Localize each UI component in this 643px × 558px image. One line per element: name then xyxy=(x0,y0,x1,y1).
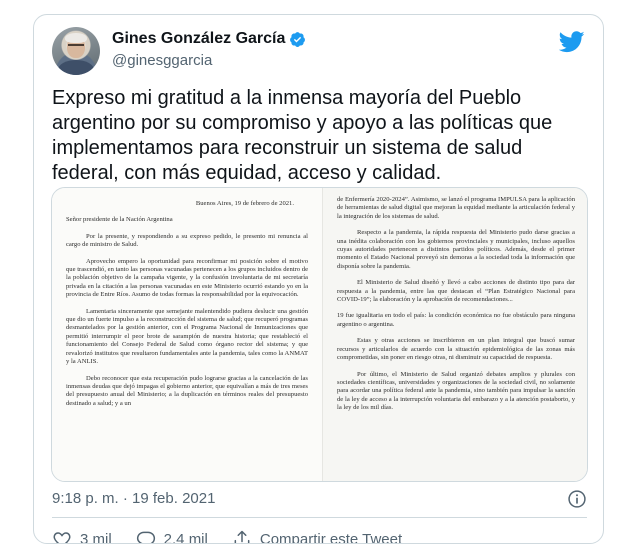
document-paragraph: El Ministerio de Salud diseñó y llevó a … xyxy=(337,279,575,304)
document-page-left: Buenos Aires, 19 de febrero de 2021. Señ… xyxy=(52,188,322,481)
like-button[interactable]: 3 mil xyxy=(52,529,112,544)
tweet-actions: 3 mil 2,4 mil Compartir este Tweet xyxy=(52,526,426,544)
reply-button[interactable]: 2,4 mil xyxy=(136,529,208,544)
tweet-text: Expreso mi gratitud a la inmensa mayoría… xyxy=(52,87,553,184)
document-paragraph: Debo reconocer que esta recuperación pud… xyxy=(66,374,308,407)
share-button[interactable]: Compartir este Tweet xyxy=(232,529,403,544)
document-date: Buenos Aires, 19 de febrero de 2021. xyxy=(195,200,294,207)
document-paragraph: Por último, el Ministerio de Salud organ… xyxy=(337,370,575,412)
tweet-timestamp[interactable]: 9:18 p. m. · 19 feb. 2021 xyxy=(52,490,215,507)
like-count: 3 mil xyxy=(80,530,112,544)
document-paragraph: Lamentaria sinceramente que semejante ma… xyxy=(66,307,308,366)
info-icon[interactable] xyxy=(567,489,587,509)
divider xyxy=(52,517,587,518)
document-paragraph: de Enfermería 2020-2024”. Asimismo, se l… xyxy=(337,196,575,220)
document-paragraph: Aprovecho empero la oportunidad para rec… xyxy=(66,257,308,299)
document-paragraph: Respecto a la pandemia, la rápida respue… xyxy=(337,229,575,270)
avatar[interactable] xyxy=(52,27,100,75)
document-paragraph: 19 fue igualitaria en todo el país: la c… xyxy=(337,312,575,328)
tweet-image-document[interactable]: Buenos Aires, 19 de febrero de 2021. Señ… xyxy=(51,187,588,482)
share-icon xyxy=(234,530,250,543)
author-display-name[interactable]: Gines González García xyxy=(112,30,285,48)
heart-icon xyxy=(53,532,71,543)
verified-badge-icon xyxy=(290,31,306,47)
tweet-card[interactable]: Gines González García @ginesggarcia Expr… xyxy=(33,14,604,544)
tweet-header: Gines González García @ginesggarcia xyxy=(52,27,587,79)
comment-icon xyxy=(136,531,155,543)
reply-count: 2,4 mil xyxy=(163,530,208,544)
document-paragraph: Por la presente, y respondiendo a su exp… xyxy=(66,232,308,249)
document-paragraph: Estas y otras acciones se inscribieron e… xyxy=(337,337,575,362)
twitter-bird-icon[interactable] xyxy=(559,31,585,53)
share-label: Compartir este Tweet xyxy=(259,530,403,544)
author-handle[interactable]: @ginesggarcia xyxy=(112,52,212,69)
author-name-row[interactable]: Gines González García xyxy=(112,30,306,48)
document-salutation: Señor presidente de la Nación Argentina xyxy=(66,216,173,224)
document-page-right: de Enfermería 2020-2024”. Asimismo, se l… xyxy=(322,188,587,481)
